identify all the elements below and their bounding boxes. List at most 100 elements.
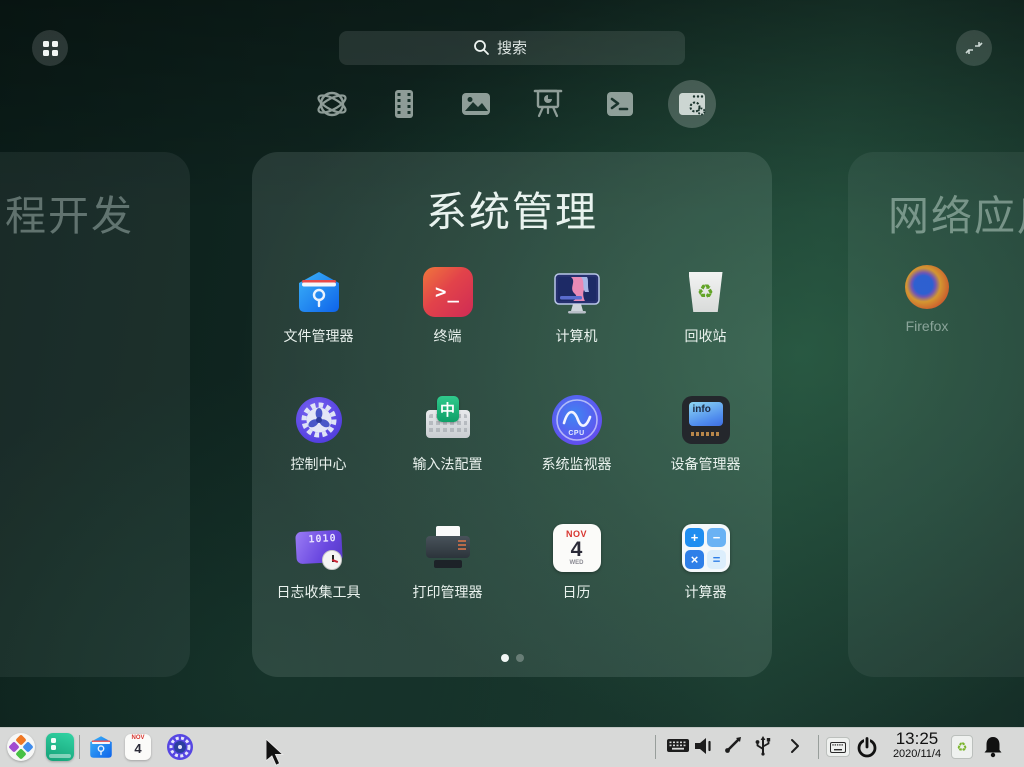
file-manager-dock-icon [87,733,115,761]
category-panel-system: 系统管理 文件管理器 [252,152,772,677]
log-collector-icon: 1010 [293,522,345,574]
app-terminal[interactable]: >_ 终端 [383,248,512,376]
tray-notifications[interactable] [981,734,1005,765]
category-tab-internet[interactable] [296,80,368,128]
app-label: 终端 [434,326,462,346]
dock-calendar[interactable]: NOV 4 [125,734,151,760]
launcher-collapse-button[interactable] [956,30,992,66]
tray-volume[interactable] [692,735,716,762]
app-label: 日志收集工具 [277,582,361,602]
category-tab-video[interactable] [368,80,440,128]
tray-virtual-keyboard[interactable] [826,737,850,757]
tray-keyboard-layout[interactable] [666,736,690,759]
development-category-icon [602,86,638,122]
internet-category-icon [314,86,350,122]
calculator-icon: + − × = [682,524,730,572]
app-control-center[interactable]: 控制中心 [254,376,383,504]
input-method-icon: 中 [422,394,474,446]
app-label: 设备管理器 [671,454,741,474]
app-label: 文件管理器 [284,326,354,346]
system-category-icon [674,86,710,122]
multitasking-view-icon [46,733,74,761]
tray-expand[interactable] [783,735,807,762]
tray-usb[interactable] [751,735,775,762]
app-calendar[interactable]: NOV 4 WED 日历 [512,504,641,632]
app-computer[interactable]: 计算机 [512,248,641,376]
dock-launcher-button[interactable] [7,733,35,761]
video-category-icon [386,86,422,122]
search-box[interactable] [339,31,685,65]
app-label: 控制中心 [291,454,347,474]
app-calculator[interactable]: + − × = 计算器 [641,504,770,632]
calendar-icon: NOV 4 WED [553,524,601,572]
keyboard-icon [666,736,690,754]
panel-title: 程开发 [5,182,134,242]
app-print-manager[interactable]: 打印管理器 [383,504,512,632]
page-dot-2[interactable] [516,654,524,662]
computer-icon [551,266,603,318]
bell-icon [981,734,1005,760]
app-label: 输入法配置 [413,454,483,474]
app-label: 计算器 [685,582,727,602]
category-tab-system[interactable] [656,80,728,128]
page-indicator [252,654,772,662]
clock-date: 2020/11/4 [885,748,949,760]
dock-separator [79,735,80,759]
usb-icon [751,735,775,757]
app-recycle-bin[interactable]: ♻ 回收站 [641,248,770,376]
dock-control-center[interactable] [166,733,194,766]
clock-time: 13:25 [885,729,949,748]
tray-separator [655,735,656,759]
tray-shutdown[interactable] [855,735,879,764]
collapse-arrows-icon [964,38,984,58]
app-system-monitor[interactable]: CPU 系统监视器 [512,376,641,504]
category-panel-development[interactable]: 程开发 [0,152,190,677]
tray-clock[interactable]: 13:25 2020/11/4 [885,729,949,760]
category-tab-graphics[interactable] [440,80,512,128]
app-grid: 文件管理器 >_ 终端 [254,248,770,632]
mouse-cursor [266,739,284,766]
category-tab-development[interactable] [584,80,656,128]
app-label: Firefox [906,318,949,334]
graphics-category-icon [458,86,494,122]
device-manager-icon: info [682,396,730,444]
airplane-pen-icon [721,735,745,757]
category-tab-office[interactable] [512,80,584,128]
app-file-manager[interactable]: 文件管理器 [254,248,383,376]
category-panel-network[interactable]: 网络应用 Firefox [848,152,1024,677]
volume-icon [692,735,716,757]
virtual-keyboard-icon [830,742,846,753]
app-device-manager[interactable]: info 设备管理器 [641,376,770,504]
app-firefox[interactable]: Firefox [875,265,979,334]
tray-trash[interactable]: ♻ [951,735,973,759]
app-label: 系统监视器 [542,454,612,474]
app-label: 回收站 [685,326,727,346]
firefox-icon [905,265,949,309]
office-category-icon [530,86,566,122]
app-label: 日历 [563,582,591,602]
search-input[interactable] [339,31,685,65]
file-manager-icon [293,266,345,318]
control-center-icon [293,394,345,446]
panel-title: 系统管理 [252,178,772,238]
launcher-mode-button[interactable] [32,30,68,66]
launcher-dock-icon [7,733,35,761]
recycle-bin-icon: ♻ [680,266,732,318]
panel-title: 网络应用 [888,182,1024,242]
app-log-collector[interactable]: 1010 日志收集工具 [254,504,383,632]
page-dot-1[interactable] [501,654,509,662]
control-center-dock-icon [166,733,194,761]
print-manager-icon [422,522,474,574]
dock-file-manager[interactable] [87,733,115,766]
app-label: 计算机 [556,326,598,346]
app-input-method[interactable]: 中 输入法配置 [383,376,512,504]
chevron-right-icon [783,735,807,757]
power-icon [855,735,879,759]
terminal-icon: >_ [423,267,473,317]
app-label: 打印管理器 [413,582,483,602]
trash-mini-icon: ♻ [957,741,968,753]
tray-separator-2 [818,735,819,759]
desktop: 程开发 系统管理 文件管理器 [0,0,1024,767]
tray-airplane-mode[interactable] [721,735,745,762]
dock-multitasking-button[interactable] [46,733,74,761]
